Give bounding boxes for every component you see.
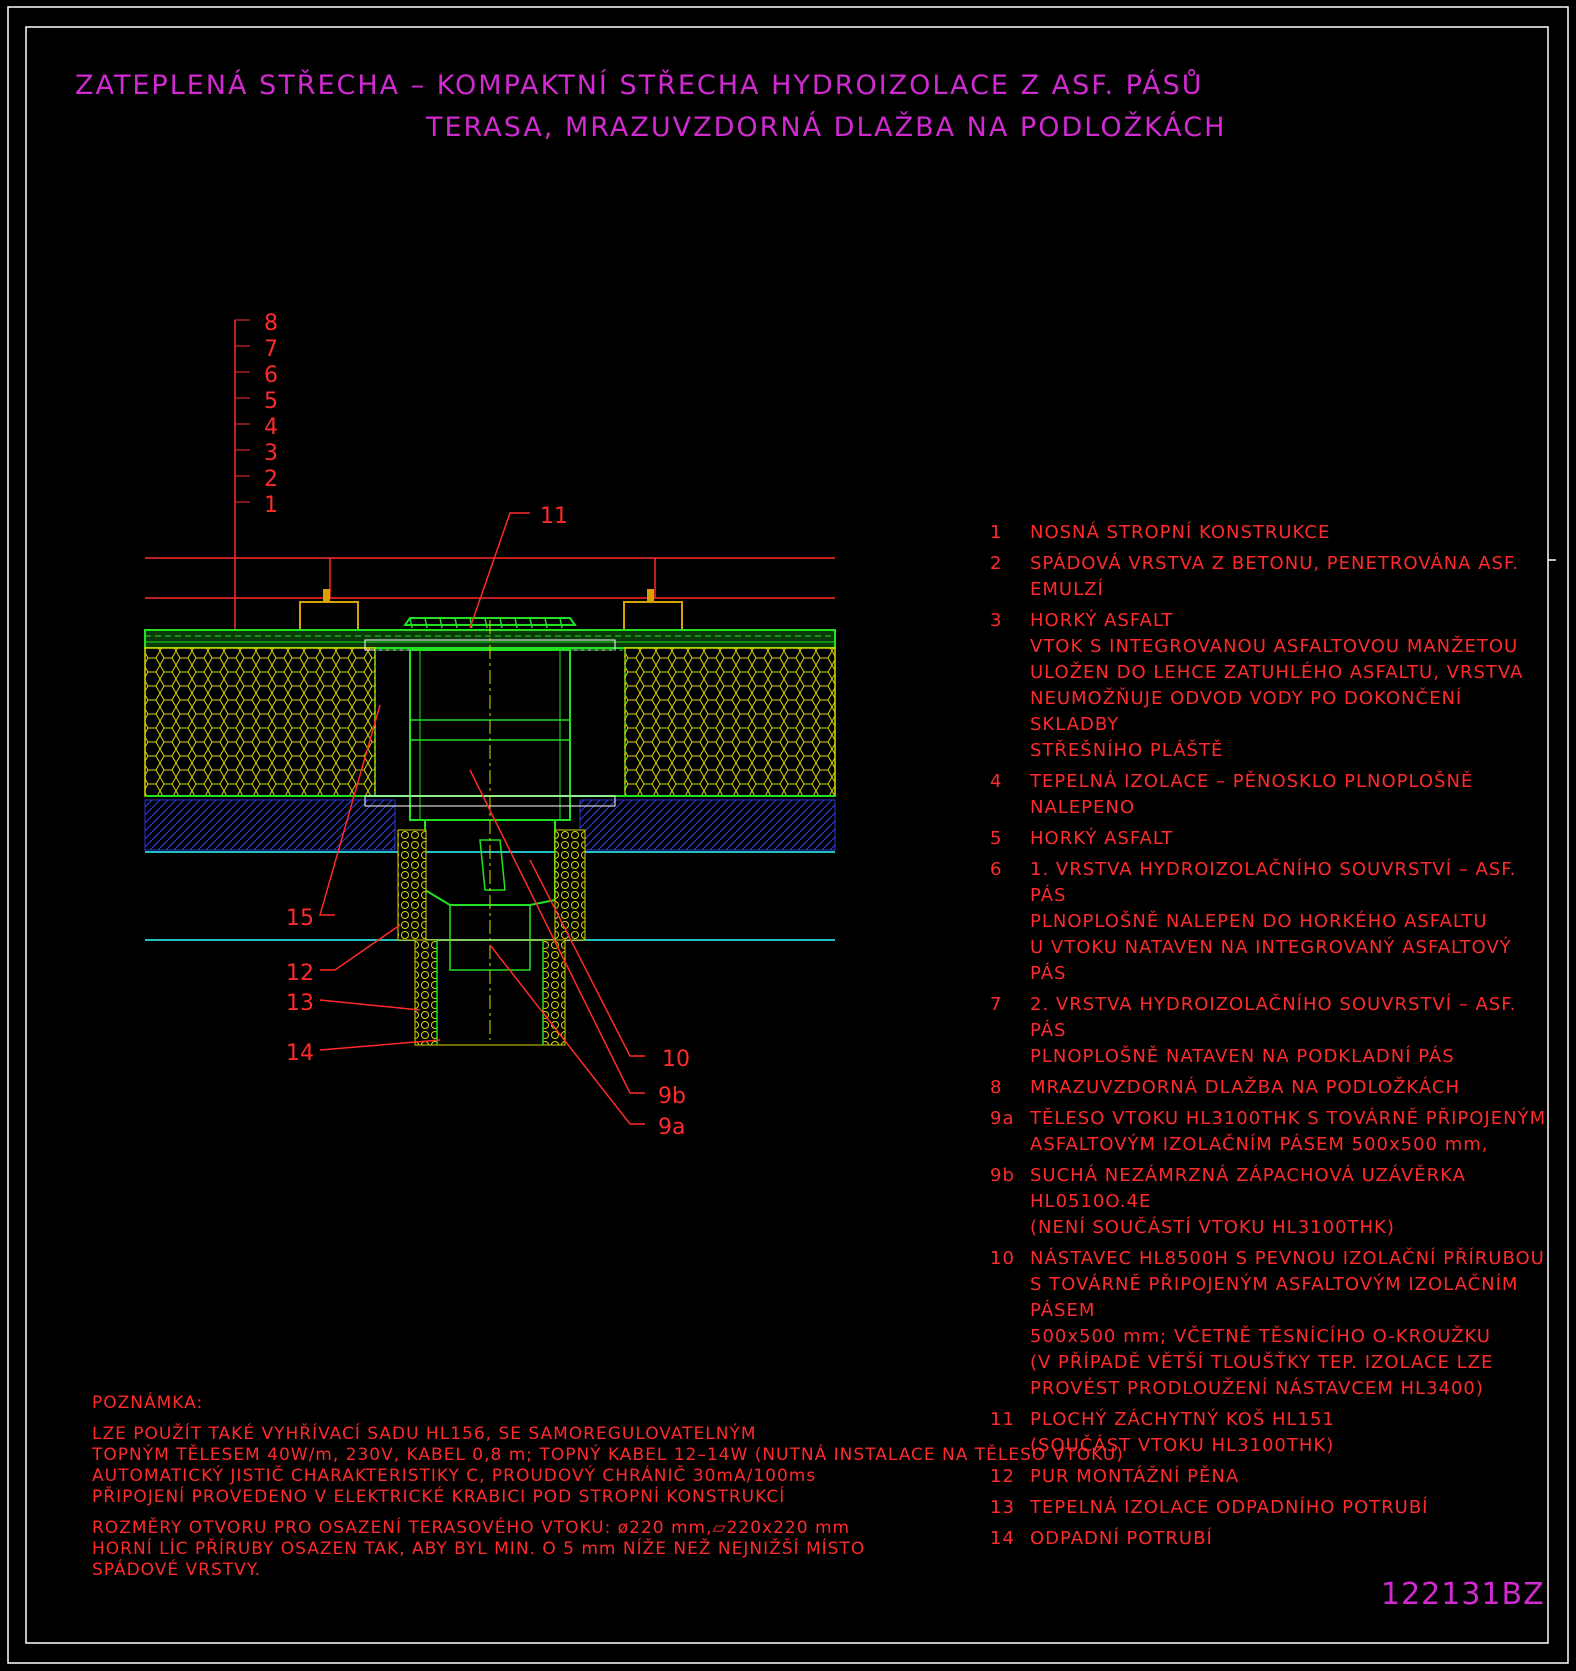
drawing-code: 122131BZ — [1381, 1577, 1545, 1612]
insulation-left — [144, 647, 376, 797]
legend-num: 4 — [990, 771, 1003, 792]
layer-label-8: 8 — [264, 311, 278, 336]
legend-item: 9a TĚLESO VTOKU HL3100THK S TOVÁRNĚ PŘIPO… — [990, 1106, 1550, 1158]
layer-label-5: 5 — [264, 389, 278, 414]
legend-num: 9b — [990, 1165, 1015, 1186]
legend-item: 4 TEPELNÁ IZOLACE – PĚNOSKLO PLNOPLOŠNĚ N… — [990, 769, 1550, 821]
callout-10: 10 — [662, 1047, 690, 1072]
legend-item: 2 SPÁDOVÁ VRSTVA Z BETONU, PENETROVÁNA AS… — [990, 551, 1550, 603]
slope-concrete-left — [144, 799, 396, 851]
legend-item: 8 MRAZUVZDORNÁ DLAŽBA NA PODLOŽKÁCH — [990, 1075, 1550, 1101]
legend-item: 1 NOSNÁ STROPNÍ KONSTRUKCE — [990, 520, 1550, 546]
legend-text: MRAZUVZDORNÁ DLAŽBA NA PODLOŽKÁCH — [1030, 1077, 1460, 1098]
layer-label-7: 7 — [264, 337, 278, 362]
legend-num: 6 — [990, 859, 1003, 880]
legend-num: 2 — [990, 553, 1003, 574]
slope-concrete-right — [579, 799, 836, 851]
legend-text: NÁSTAVEC HL8500H S PEVNOU IZOLAČNÍ PŘÍRU… — [1030, 1248, 1545, 1399]
legend-item: 5 HORKÝ ASFALT — [990, 826, 1550, 852]
callout-14: 14 — [286, 1041, 314, 1066]
notes-opening: ROZMĚRY OTVORU PRO OSAZENÍ TERASOVÉHO VT… — [92, 1518, 866, 1580]
paving-tiles — [145, 557, 835, 599]
pedestal-left — [299, 601, 359, 631]
legend-item: 7 2. VRSTVA HYDROIZOLAČNÍHO SOUVRSTVÍ – A… — [990, 992, 1550, 1070]
layer-label-1: 1 — [264, 493, 278, 518]
legend-text: SUCHÁ NEZÁMRZNÁ ZÁPACHOVÁ UZÁVĚRKA HL051… — [1030, 1165, 1466, 1238]
layer-label-2: 2 — [264, 467, 278, 492]
pur-foam-right — [554, 829, 586, 941]
pur-foam-left — [397, 829, 427, 941]
layer-label-3: 3 — [264, 441, 278, 466]
notes-header: POZNÁMKA: — [92, 1393, 204, 1413]
legend-text: SPÁDOVÁ VRSTVA Z BETONU, PENETROVÁNA ASF… — [1030, 553, 1520, 600]
legend-item: 9b SUCHÁ NEZÁMRZNÁ ZÁPACHOVÁ UZÁVĚRKA HL0… — [990, 1163, 1550, 1241]
legend-text: TĚLESO VTOKU HL3100THK S TOVÁRNĚ PŘIPOJE… — [1030, 1108, 1547, 1155]
legend-num: 10 — [990, 1248, 1015, 1269]
legend-num: 1 — [990, 522, 1003, 543]
legend-num: 3 — [990, 610, 1003, 631]
legend-text: HORKÝ ASFALT — [1030, 828, 1174, 849]
legend-text: 2. VRSTVA HYDROIZOLAČNÍHO SOUVRSTVÍ – AS… — [1030, 994, 1517, 1067]
layer-label-4: 4 — [264, 415, 278, 440]
layer-label-6: 6 — [264, 363, 278, 388]
callout-9b: 9b — [658, 1084, 686, 1109]
notes-heating: LZE POUŽÍT TAKÉ VYHŘÍVACÍ SADU HL156, SE… — [92, 1424, 1124, 1507]
callout-11: 11 — [540, 504, 568, 529]
legend-num: 5 — [990, 828, 1003, 849]
notes: POZNÁMKA: LZE POUŽÍT TAKÉ VYHŘÍVACÍ SADU… — [92, 1393, 1124, 1591]
pedestal-right — [623, 601, 683, 631]
callout-13: 13 — [286, 991, 314, 1016]
callout-12: 12 — [286, 961, 314, 986]
legend-text: 1. VRSTVA HYDROIZOLAČNÍHO SOUVRSTVÍ – AS… — [1030, 859, 1517, 984]
legend-item: 6 1. VRSTVA HYDROIZOLAČNÍHO SOUVRSTVÍ – A… — [990, 857, 1550, 987]
legend-item: 3 HORKÝ ASFALT VTOK S INTEGROVANOU ASFALT… — [990, 608, 1550, 764]
legend-num: 9a — [990, 1108, 1015, 1129]
insulation-right — [624, 647, 836, 797]
legend-num: 8 — [990, 1077, 1003, 1098]
legend-num: 7 — [990, 994, 1003, 1015]
legend-text: NOSNÁ STROPNÍ KONSTRUKCE — [1030, 522, 1331, 543]
callout-9a: 9a — [658, 1115, 685, 1140]
callout-15: 15 — [286, 906, 314, 931]
legend-text: TEPELNÁ IZOLACE – PĚNOSKLO PLNOPLOŠNĚ NA… — [1030, 771, 1474, 818]
legend-text: HORKÝ ASFALT VTOK S INTEGROVANOU ASFALTO… — [1030, 610, 1524, 761]
legend-item: 10 NÁSTAVEC HL8500H S PEVNOU IZOLAČNÍ PŘÍ… — [990, 1246, 1550, 1402]
